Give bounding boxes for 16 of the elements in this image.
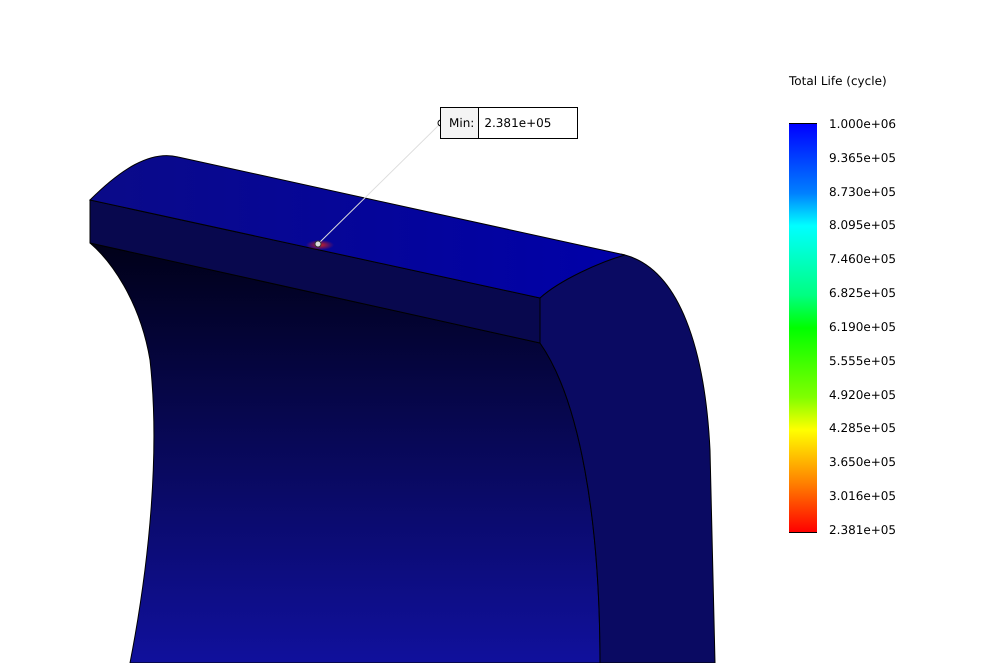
callout-value: 2.381e+05	[483, 115, 552, 132]
legend-label: 3.016e+05	[829, 490, 896, 502]
legend-label: 6.825e+05	[829, 287, 896, 300]
legend-label: 5.555e+05	[829, 354, 896, 367]
legend-label: 8.730e+05	[829, 186, 896, 198]
legend-label: 2.381e+05	[829, 524, 896, 536]
legend-label: 1.000e+06	[829, 118, 896, 130]
legend-label: 8.095e+05	[829, 219, 896, 232]
legend-label: 3.650e+05	[829, 456, 896, 468]
callout-label: Min:	[441, 108, 480, 138]
legend-label: 6.190e+05	[829, 320, 896, 333]
legend-title: Total Life (cycle)	[789, 74, 888, 88]
legend-label: 9.365e+05	[829, 152, 896, 164]
legend-label: 4.920e+05	[829, 388, 896, 401]
legend-label: 4.285e+05	[829, 422, 896, 434]
legend-label: 7.460e+05	[829, 253, 896, 266]
